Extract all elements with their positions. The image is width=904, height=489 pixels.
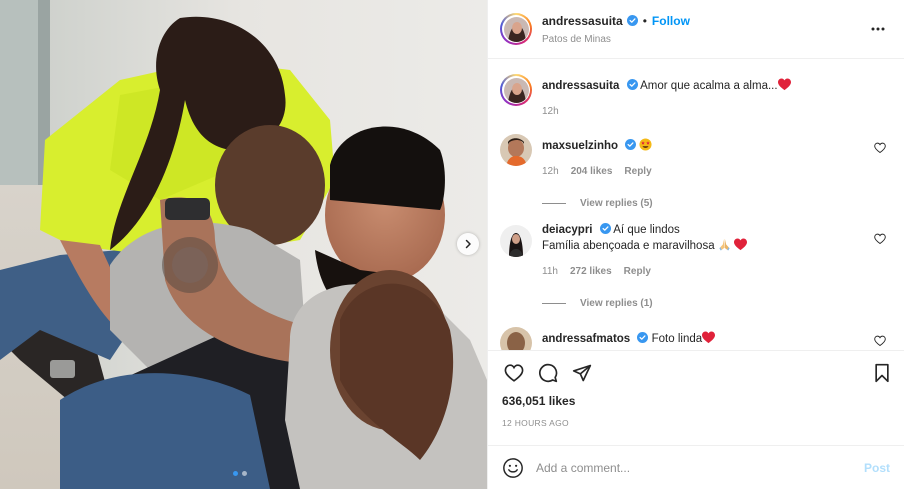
post-comment-button[interactable]: Post <box>864 461 890 475</box>
comment-username[interactable]: andressafmatos <box>542 333 630 345</box>
carousel-next-button[interactable] <box>457 233 479 255</box>
author-avatar-image <box>503 16 529 42</box>
carousel-dot <box>242 471 247 476</box>
comment-username[interactable]: deiacypri <box>542 224 593 236</box>
caption-avatar-image <box>503 77 529 103</box>
save-button[interactable] <box>870 361 894 385</box>
comment-likes[interactable]: 204 likes <box>571 164 613 180</box>
add-comment-bar: Post <box>488 445 904 489</box>
emoji-smile-icon[interactable] <box>502 457 524 479</box>
author-username[interactable]: andressasuita <box>542 14 623 28</box>
share-button[interactable] <box>570 361 594 385</box>
replies-divider-line <box>542 203 566 204</box>
comment-button[interactable] <box>536 361 560 385</box>
comment-item: deiacypri Aí que lindos Família abençoad… <box>500 223 892 280</box>
verified-badge-icon <box>625 139 637 150</box>
paper-plane-icon <box>572 364 592 381</box>
commenter-avatar[interactable] <box>500 225 532 257</box>
comment-item: maxsuelzinho 12h 204 likes Reply <box>500 134 892 180</box>
red-heart-icon <box>734 238 748 251</box>
caption-username[interactable]: andressasuita <box>542 80 619 92</box>
post-header: andressasuita • Follow Patos de Minas <box>488 0 904 59</box>
likes-count[interactable]: 636,051 likes <box>488 394 904 408</box>
comments-list[interactable]: andressasuita Amor que acalma a alma... … <box>488 59 904 350</box>
comment-reply-button[interactable]: Reply <box>624 264 651 280</box>
post-media[interactable] <box>0 0 487 489</box>
view-replies-label: View replies (1) <box>580 298 653 309</box>
caption-time: 12h <box>542 106 559 117</box>
caption-text: Amor que acalma a alma... <box>640 80 778 92</box>
replies-divider-line <box>542 303 566 304</box>
red-heart-icon <box>702 331 716 344</box>
heart-outline-icon <box>504 363 524 382</box>
verified-badge-icon <box>599 223 611 234</box>
follow-button[interactable]: Follow <box>652 14 690 28</box>
comment-item: andressafmatos Foto linda <box>500 327 892 350</box>
like-comment-heart-icon[interactable] <box>874 142 886 154</box>
carousel-dot-active <box>233 471 238 476</box>
add-comment-input[interactable] <box>536 460 864 475</box>
view-replies-button[interactable]: View replies (1) <box>542 298 892 309</box>
caption-avatar[interactable] <box>500 74 532 106</box>
post-side-panel: andressasuita • Follow Patos de Minas an… <box>487 0 904 489</box>
comment-time: 12h <box>542 166 559 177</box>
like-comment-heart-icon[interactable] <box>874 335 886 347</box>
commenter-avatar[interactable] <box>500 327 532 350</box>
comment-username[interactable]: maxsuelzinho <box>542 140 618 152</box>
folded-hands-icon <box>719 238 730 251</box>
more-options-button[interactable] <box>866 17 890 41</box>
comment-reply-button[interactable]: Reply <box>624 164 651 180</box>
commenter-avatar[interactable] <box>500 134 532 166</box>
like-button[interactable] <box>502 361 526 385</box>
comment-time: 11h <box>542 266 558 277</box>
view-replies-label: View replies (5) <box>580 198 653 209</box>
bookmark-icon <box>875 363 889 382</box>
caption: andressasuita Amor que acalma a alma... … <box>500 74 892 120</box>
comment-bubble-icon <box>539 363 558 382</box>
post-photo <box>0 0 487 489</box>
comment-likes[interactable]: 272 likes <box>570 264 612 280</box>
star-struck-face-icon <box>639 138 653 151</box>
verified-badge-icon <box>626 15 638 26</box>
like-comment-heart-icon[interactable] <box>874 233 886 245</box>
verified-badge-icon <box>637 332 649 343</box>
instagram-post-modal: andressasuita • Follow Patos de Minas an… <box>0 0 904 489</box>
author-avatar[interactable] <box>500 13 532 45</box>
chevron-right-icon <box>465 239 471 249</box>
post-actions <box>488 350 904 394</box>
verified-badge-icon <box>626 79 638 90</box>
view-replies-button[interactable]: View replies (5) <box>542 198 892 209</box>
comment-text: Aí que lindos <box>613 224 680 236</box>
post-location[interactable]: Patos de Minas <box>542 34 866 45</box>
header-separator: • <box>642 13 647 28</box>
comment-text-line2: Família abençoada e maravilhosa <box>542 240 715 252</box>
post-timestamp: 12 HOURS AGO <box>502 418 569 428</box>
more-horizontal-icon <box>871 27 885 31</box>
red-heart-icon <box>777 78 791 91</box>
carousel-indicator <box>233 471 247 476</box>
comment-text: Foto linda <box>651 333 703 345</box>
